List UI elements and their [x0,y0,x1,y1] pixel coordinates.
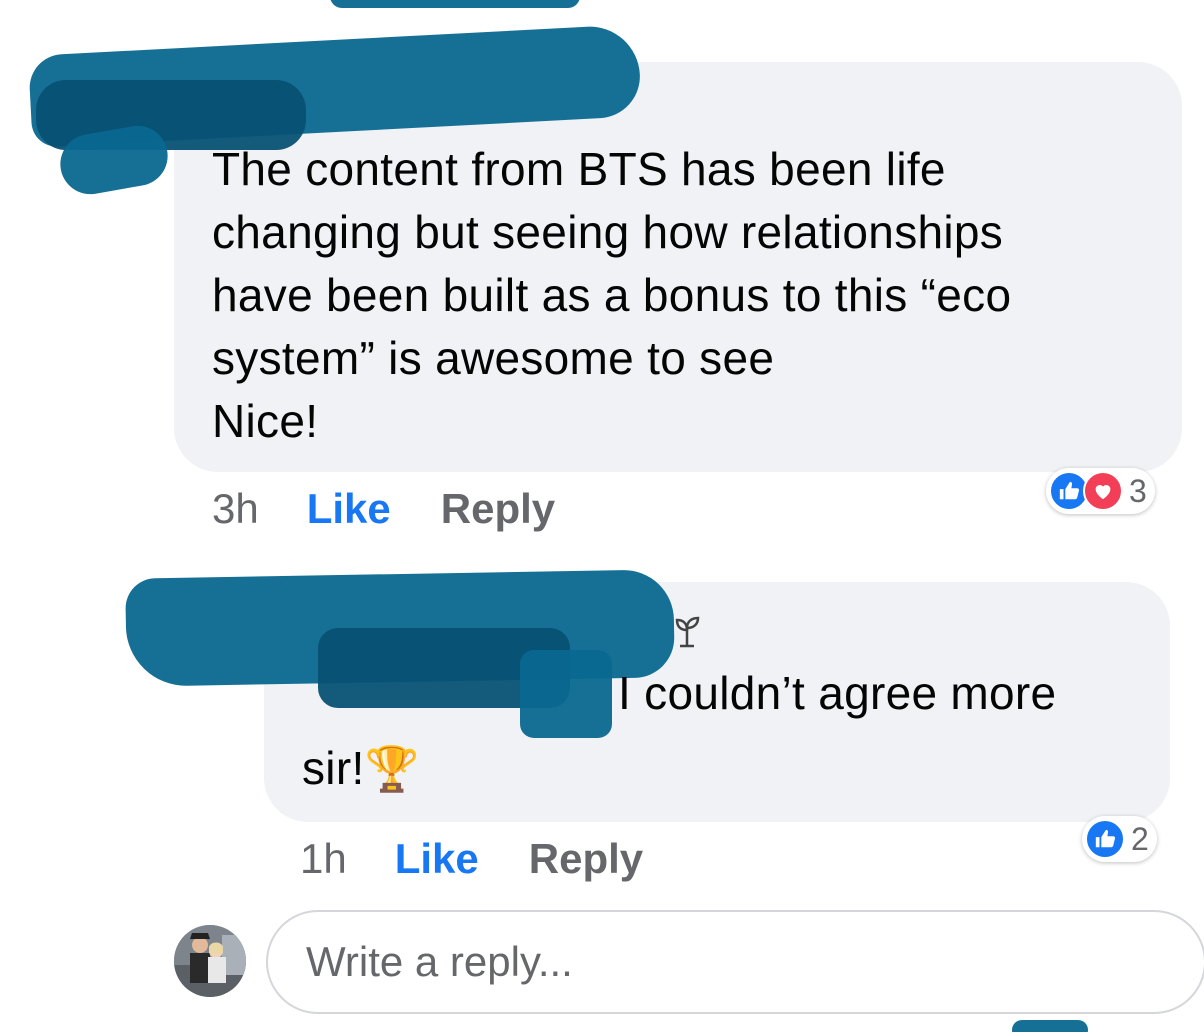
reply-text-line: I couldn’t agree more [618,667,1057,719]
comment-thread: The content from BTS has been life chang… [0,0,1204,1032]
comment-timestamp: 1h [300,835,347,882]
comment-text: The content from BTS has been life chang… [212,138,1172,453]
redaction-mark [1012,1020,1088,1032]
reply-button[interactable]: Reply [529,835,643,882]
redacted-tagged-name [520,650,612,738]
user-avatar[interactable] [174,925,246,997]
comment-actions: 3h Like Reply [212,484,555,534]
reaction-count: 2 [1131,820,1149,857]
reply-input[interactable] [266,910,1204,1014]
comment-text-line: system” is awesome to see [212,332,775,384]
like-button[interactable]: Like [395,835,479,882]
trophy-emoji: 🏆 [364,745,420,794]
reaction-summary[interactable]: 3 [1046,468,1155,514]
comment-timestamp: 3h [212,485,259,532]
reaction-summary[interactable]: 2 [1082,816,1157,862]
love-icon [1083,471,1123,511]
reaction-count: 3 [1129,472,1147,509]
comment-text-line: Nice! [212,395,319,447]
reply-button[interactable]: Reply [441,485,555,532]
comment-text-line: changing but seeing how relationships [212,206,1004,258]
reply-text: sir!🏆 [302,737,420,801]
redaction-mark [330,0,580,8]
reply-text: I couldn’t agree more [618,662,1056,725]
reply-text-line: sir! [302,742,365,794]
new-member-icon [672,614,702,648]
like-button[interactable]: Like [307,485,391,532]
comment-text-line: have been built as a bonus to this “eco [212,269,1012,321]
like-icon [1085,819,1125,859]
reply-actions: 1h Like Reply [300,834,643,884]
comment-text-line: The content from BTS has been life [212,143,946,195]
